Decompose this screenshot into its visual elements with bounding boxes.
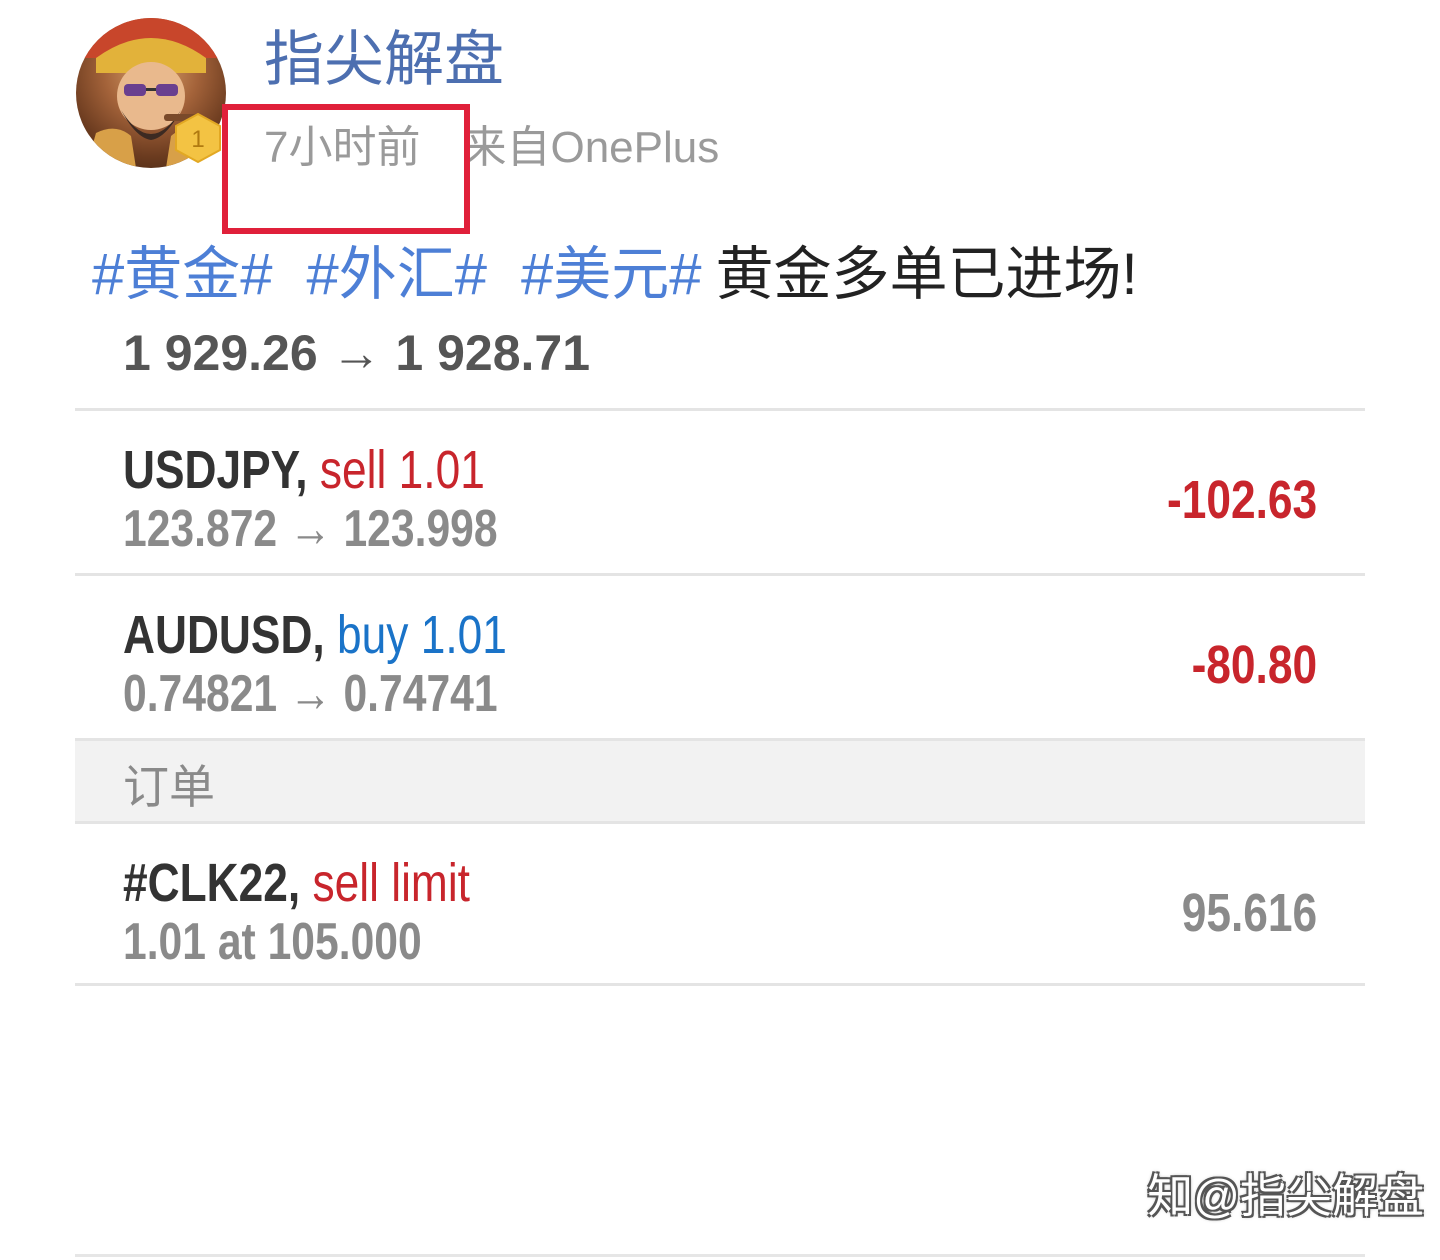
position-row-audusd[interactable]: AUDUSD, buy 1.01 0.74821 → 0.74741 -80.8… [75, 576, 1365, 738]
author-name[interactable]: 指尖解盘 [264, 24, 504, 96]
position-profit: -80.80 [1191, 635, 1317, 695]
position-side: sell 1.01 [319, 440, 485, 500]
hashtag-gold[interactable]: #黄金# [92, 242, 273, 307]
trade-screenshot: 1 929.26 → 1 928.71 USDJPY, sell 1.01 12… [75, 330, 1365, 990]
hashtag-usd[interactable]: #美元# [521, 242, 702, 307]
order-side: sell limit [312, 853, 470, 913]
position-side: buy 1.01 [337, 605, 507, 665]
order-symbol: #CLK22, [123, 853, 301, 913]
clipped-trade-prices: 1 929.26 → 1 928.71 [123, 330, 591, 374]
position-row-usdjpy[interactable]: USDJPY, sell 1.01 123.872 → 123.998 -102… [75, 411, 1365, 573]
position-symbol: AUDUSD, [123, 605, 325, 665]
position-title: AUDUSD, buy 1.01 [123, 604, 507, 666]
post-text: #黄金# #外汇# #美元# 黄金多单已进场! [92, 238, 1138, 312]
orders-header-label: 订单 [123, 761, 215, 813]
svg-text:1: 1 [191, 126, 204, 153]
post-source: 来自OnePlus [462, 123, 720, 172]
highlight-annotation-box [222, 104, 470, 234]
divider [75, 983, 1365, 986]
order-details: 1.01 at 105.000 [123, 913, 422, 971]
bottom-divider [75, 1254, 1365, 1257]
position-title: USDJPY, sell 1.01 [123, 439, 485, 501]
zhihu-watermark: 知@指尖解盘 [1147, 1170, 1424, 1222]
position-prices: 0.74821 → 0.74741 [123, 665, 498, 723]
order-current-price: 95.616 [1181, 883, 1317, 943]
orders-section-header: 订单 [75, 741, 1365, 821]
position-profit: -102.63 [1166, 470, 1317, 530]
position-prices: 123.872 → 123.998 [123, 500, 498, 558]
order-title: #CLK22, sell limit [123, 852, 470, 914]
level-badge-icon: 1 [172, 112, 224, 164]
hashtag-forex[interactable]: #外汇# [307, 242, 488, 307]
order-row-clk22[interactable]: #CLK22, sell limit 1.01 at 105.000 95.61… [75, 824, 1365, 986]
position-symbol: USDJPY, [123, 440, 308, 500]
clipped-trade-row: 1 929.26 → 1 928.71 [123, 330, 590, 374]
post-body: 黄金多单已进场! [715, 242, 1138, 307]
